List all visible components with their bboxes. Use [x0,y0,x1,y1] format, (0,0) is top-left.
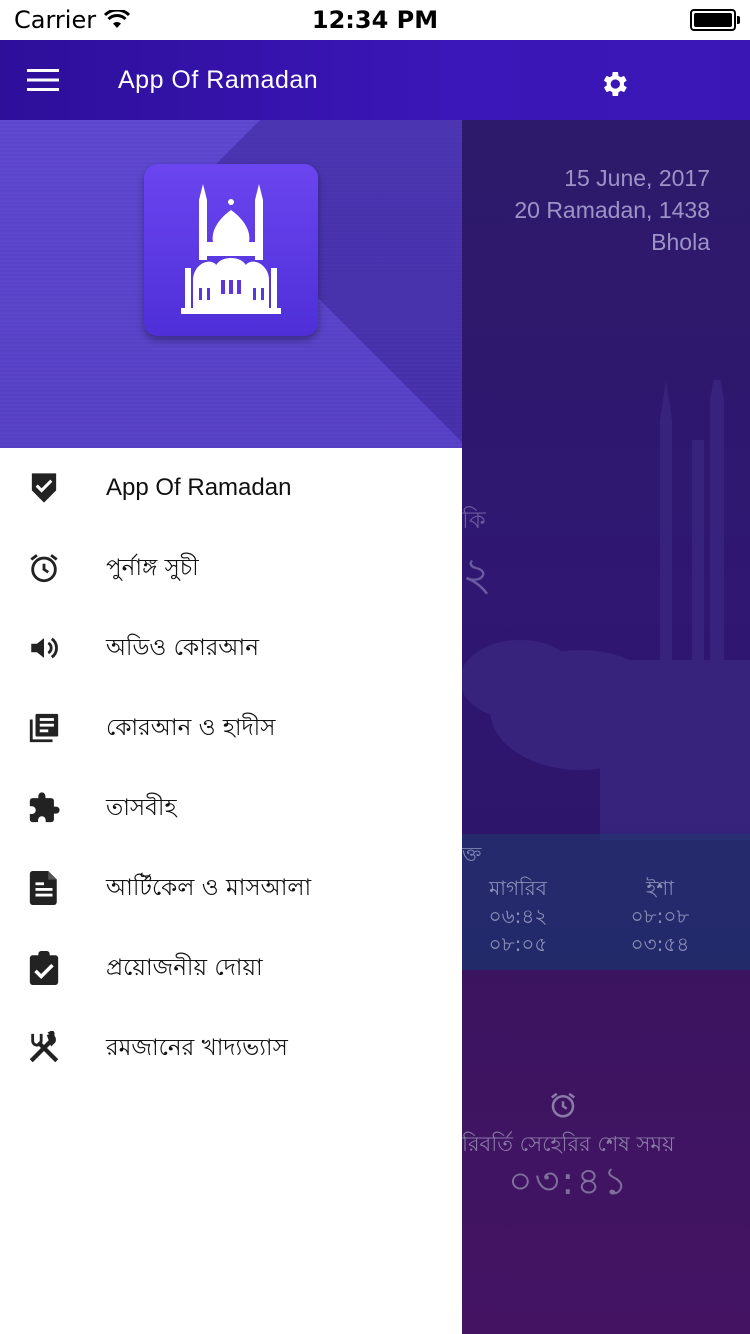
prayer-start: ০৬:৪২ [488,904,548,928]
fork-knife-icon [29,1031,59,1063]
alarm-clock-icon [551,1092,575,1118]
drawer-item-label: প্রয়োজনীয় দোয়া [106,954,263,981]
drawer-item-label: তাসবীহ [106,794,177,821]
times-header: ক্ত [462,842,482,866]
clipboard-check-icon [29,951,59,985]
gregorian-date: 15 June, 2017 [564,165,710,191]
drawer-item-duas[interactable]: প্রয়োজনীয় দোয়া [0,928,462,1008]
drawer-item-label: অডিও কোরআন [106,634,259,661]
hamburger-icon [27,69,59,91]
drawer-item-label: App Of Ramadan [106,474,292,501]
alarm-clock-icon [30,554,58,583]
drawer-item-schedule[interactable]: পুর্নাঙ্গ সুচী [0,528,462,608]
prayer-name: মাগরিব [489,876,547,900]
prayer-start: ০৮:০৮ [630,904,690,928]
prayer-end: ০৮:০৫ [488,932,548,956]
drawer-menu: App Of Ramadan পুর্নাঙ্গ সুচী অডিও কোরআন… [0,448,462,1088]
app-title: App Of Ramadan [118,65,319,94]
hijri-date: 20 Ramadan, 1438 [514,197,710,223]
drawer-item-label: কোরআন ও হাদীস [106,714,276,741]
mosque-icon [181,184,281,314]
prayer-column: মাগরিব ০৬:৪২ ০৮:০৫ [486,874,550,958]
library-books-icon [29,713,59,743]
sehri-time: ০৩:৪১ [508,1159,630,1203]
battery-icon [690,9,740,31]
gear-icon[interactable] [598,68,630,100]
drawer-item-app-of-ramadan[interactable]: App Of Ramadan [0,448,462,528]
puzzle-icon [29,792,60,823]
status-time: 12:34 PM [311,6,439,34]
drawer-item-label: পুর্নাঙ্গ সুচী [106,554,199,581]
app-logo [144,164,318,336]
date-block: 15 June, 2017 20 Ramadan, 1438 Bhola [514,162,710,258]
drawer-header [0,120,462,448]
partial-label: কি [462,506,486,534]
prayer-column: ইশা ০৮:০৮ ০৩:৫৪ [628,874,692,958]
prayer-end: ০৩:৫৪ [630,932,690,956]
document-icon [29,871,57,905]
drawer-item-label: আর্টিকেল ও মাসআলা [106,874,312,901]
partial-countdown: ২ [462,547,492,601]
mosque-silhouette [460,380,750,840]
navigation-drawer: App Of Ramadan পুর্নাঙ্গ সুচী অডিও কোরআন… [0,120,462,1334]
shield-check-icon [31,473,57,503]
prayer-name: ইশা [645,876,675,900]
drawer-item-quran-hadith[interactable]: কোরআন ও হাদীস [0,688,462,768]
drawer-item-audio-quran[interactable]: অডিও কোরআন [0,608,462,688]
status-bar: Carrier 12:34 PM [0,0,750,40]
drawer-item-articles[interactable]: আর্টিকেল ও মাসআলা [0,848,462,928]
drawer-item-tasbih[interactable]: তাসবীহ [0,768,462,848]
app-bar: App Of Ramadan [0,40,750,120]
location-label: Bhola [651,229,710,255]
drawer-item-food-habits[interactable]: রমজানের খাদ্যভ্যাস [0,1008,462,1088]
speaker-icon [31,637,58,659]
menu-button[interactable] [0,40,86,120]
drawer-item-label: রমজানের খাদ্যভ্যাস [106,1034,288,1061]
